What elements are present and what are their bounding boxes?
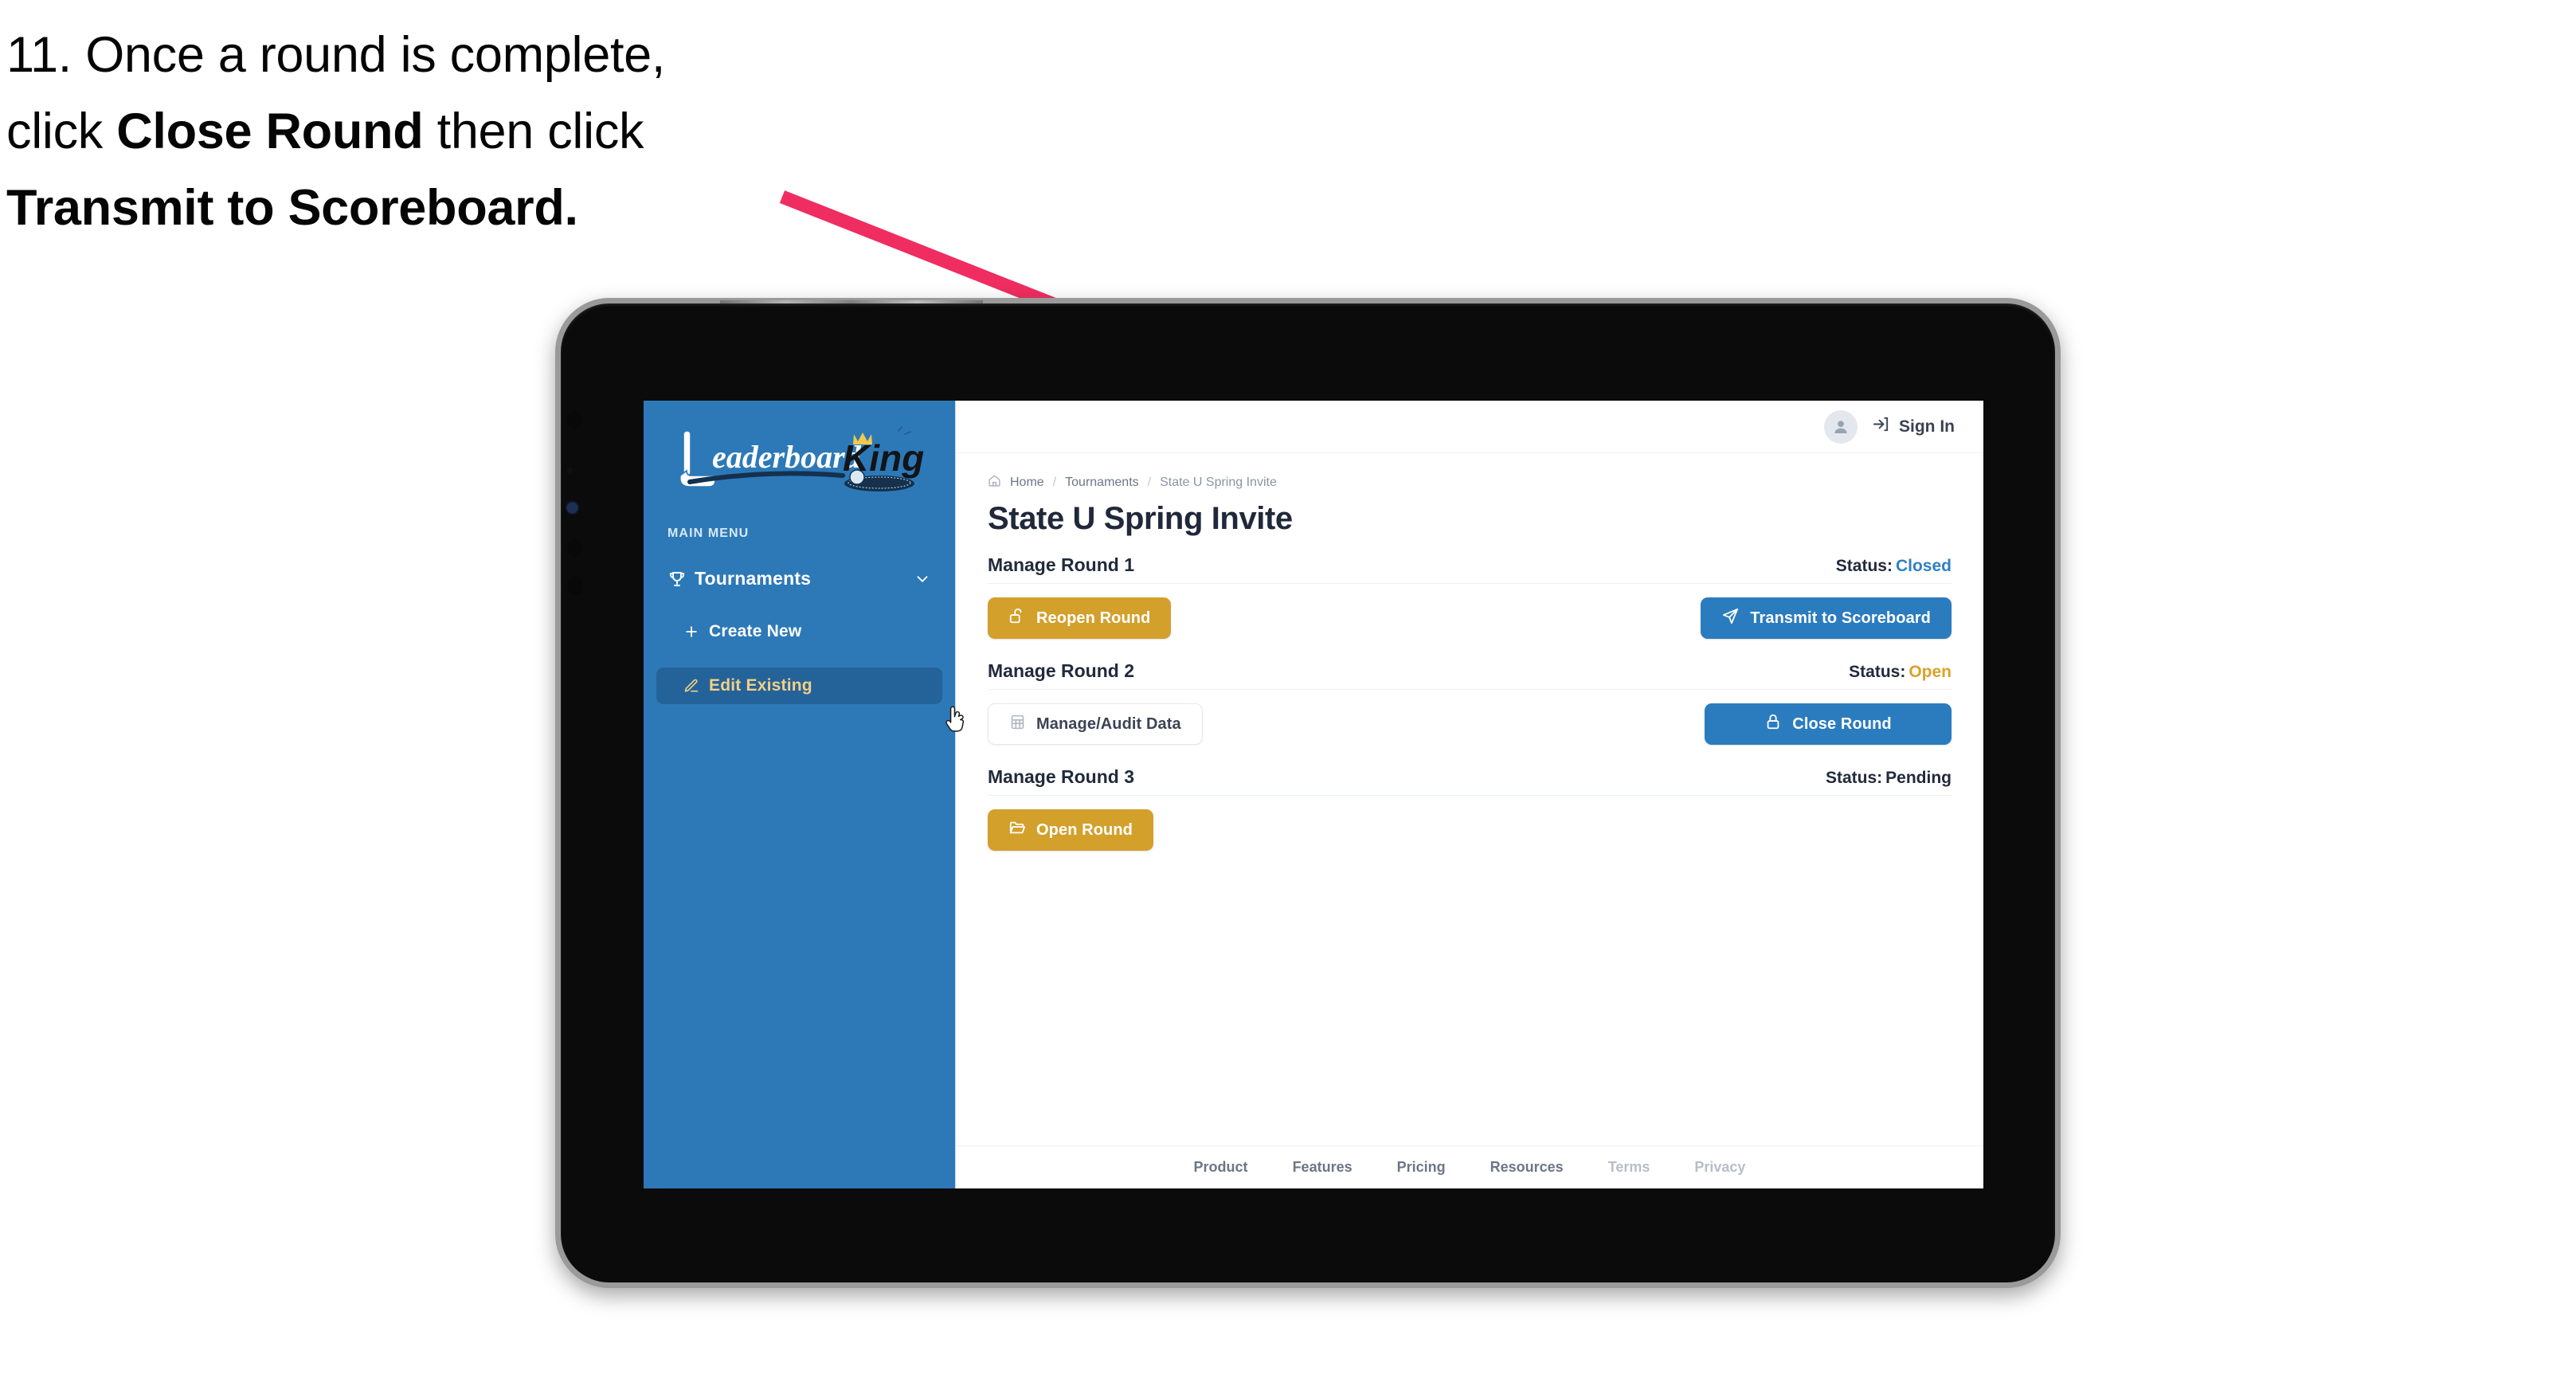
status-label: Status: [1835,557,1893,575]
svg-text:eaderboard: eaderboard [712,439,862,475]
mouse-cursor-pointing-hand [945,706,965,732]
sidebar-section-label: MAIN MENU [667,527,750,540]
tablet-sensor-dot [567,411,581,429]
plus-icon [683,624,709,640]
breadcrumb-separator: / [1147,476,1152,489]
footer-link-resources[interactable]: Resources [1490,1159,1564,1176]
button-label: Open Round [1036,820,1133,839]
status-label: Status: [1849,663,1906,681]
breadcrumb-tournaments[interactable]: Tournaments [1065,476,1139,490]
tablet-screen: eaderboard King MAIN MENU Tournaments Cr… [644,401,1983,1188]
sidebar: eaderboard King MAIN MENU Tournaments Cr… [644,401,965,1188]
breadcrumb: Home / Tournaments / State U Spring Invi… [988,474,1952,491]
round-actions: Reopen Round Transmit to Scoreboard [988,597,1952,640]
button-label: Reopen Round [1036,609,1151,627]
status-value: Closed [1895,557,1952,575]
caption-line-2-post: then click [423,103,644,159]
caption-line-2-pre: click [6,103,117,159]
page-title: State U Spring Invite [988,501,1293,536]
status-badge: Status: Pending [1826,769,1952,788]
instruction-caption: 11. Once a round is complete, click Clos… [6,18,898,246]
tablet-sensor-dot [567,539,581,557]
caption-close-round-emphasis: Close Round [116,103,424,159]
chevron-down-icon[interactable] [914,570,931,588]
close-round-button[interactable]: Close Round [1705,703,1952,745]
round-name: Manage Round 2 [988,660,1135,681]
tablet-camera-lens [567,503,577,513]
breadcrumb-home[interactable]: Home [1010,476,1044,490]
lock-icon [1764,713,1782,735]
sidebar-item-label: Tournaments [695,568,812,589]
folder-open-icon [1008,819,1026,841]
sign-in-arrow-icon [1872,415,1890,438]
paper-plane-icon [1721,607,1740,630]
caption-line-2: click Close Round then click [6,94,898,170]
trophy-icon [667,570,695,589]
breadcrumb-separator: / [1052,476,1057,489]
footer-link-product[interactable]: Product [1194,1159,1248,1176]
status-value: Pending [1885,769,1952,787]
round-section-1: Manage Round 1 Status: Closed Reopen Rou… [988,554,1952,640]
button-label: Transmit to Scoreboard [1750,609,1931,627]
edit-pencil-icon [683,678,709,694]
manage-audit-data-button[interactable]: Manage/Audit Data [988,703,1203,745]
breadcrumb-current: State U Spring Invite [1160,476,1277,489]
round-section-3: Manage Round 3 Status: Pending Open Roun… [988,766,1952,852]
button-label: Manage/Audit Data [1036,715,1181,733]
status-label: Status: [1825,769,1883,787]
tablet-sensor-dot [567,468,573,473]
app-logo[interactable]: eaderboard King [644,401,955,495]
main-area: Sign In Home / Tournaments / State U Spr… [956,401,1983,1188]
sidebar-item-label: Edit Existing [709,676,812,695]
caption-line-1: 11. Once a round is complete, [6,27,666,83]
sidebar-item-edit-existing[interactable]: Edit Existing [656,668,942,704]
open-round-button[interactable]: Open Round [988,809,1153,851]
round-name: Manage Round 3 [988,766,1135,787]
reopen-round-button[interactable]: Reopen Round [988,597,1172,639]
round-actions: Open Round [988,808,1952,852]
round-header: Manage Round 3 Status: Pending [988,766,1952,796]
status-value: Open [1909,663,1952,681]
sidebar-item-tournaments[interactable]: Tournaments [656,560,942,597]
unlock-icon [1008,607,1026,629]
transmit-to-scoreboard-button[interactable]: Transmit to Scoreboard [1701,597,1952,639]
top-bar: Sign In [956,401,1983,453]
footer-nav: Product Features Pricing Resources Terms… [956,1145,1983,1188]
footer-link-features[interactable]: Features [1293,1159,1353,1176]
button-label: Close Round [1792,715,1892,733]
sidebar-item-label: Create New [709,622,802,640]
tablet-sensor-dot [567,576,583,595]
footer-link-terms[interactable]: Terms [1608,1159,1650,1176]
leaderboard-king-logo-icon: eaderboard King [679,426,924,491]
sidebar-item-create-new[interactable]: Create New [656,613,942,650]
tablet-top-speaker-grill [720,300,983,303]
status-badge: Status: Open [1849,663,1952,682]
caption-line-3: Transmit to Scoreboard. [6,170,898,247]
footer-link-privacy[interactable]: Privacy [1694,1159,1745,1176]
caption-transmit-emphasis: Transmit to Scoreboard. [6,179,578,236]
home-icon[interactable] [988,474,1001,491]
sign-in-label: Sign In [1899,417,1955,436]
status-badge: Status: Closed [1836,557,1952,576]
round-header: Manage Round 2 Status: Open [988,660,1952,690]
round-actions: Manage/Audit Data Close Round [988,703,1952,746]
content-area: Home / Tournaments / State U Spring Invi… [956,453,1983,1145]
tablet-device-frame: eaderboard King MAIN MENU Tournaments Cr… [555,298,2061,1288]
footer-link-pricing[interactable]: Pricing [1397,1159,1446,1176]
round-header: Manage Round 1 Status: Closed [988,554,1952,584]
grid-table-icon [1009,714,1026,735]
sign-in-button[interactable]: Sign In [1872,415,1955,438]
screenshot-stage: 11. Once a round is complete, click Clos… [0,0,2576,1386]
round-section-2: Manage Round 2 Status: Open Manage/Audit… [988,660,1952,746]
round-name: Manage Round 1 [988,554,1135,575]
user-avatar-icon[interactable] [1824,409,1858,444]
